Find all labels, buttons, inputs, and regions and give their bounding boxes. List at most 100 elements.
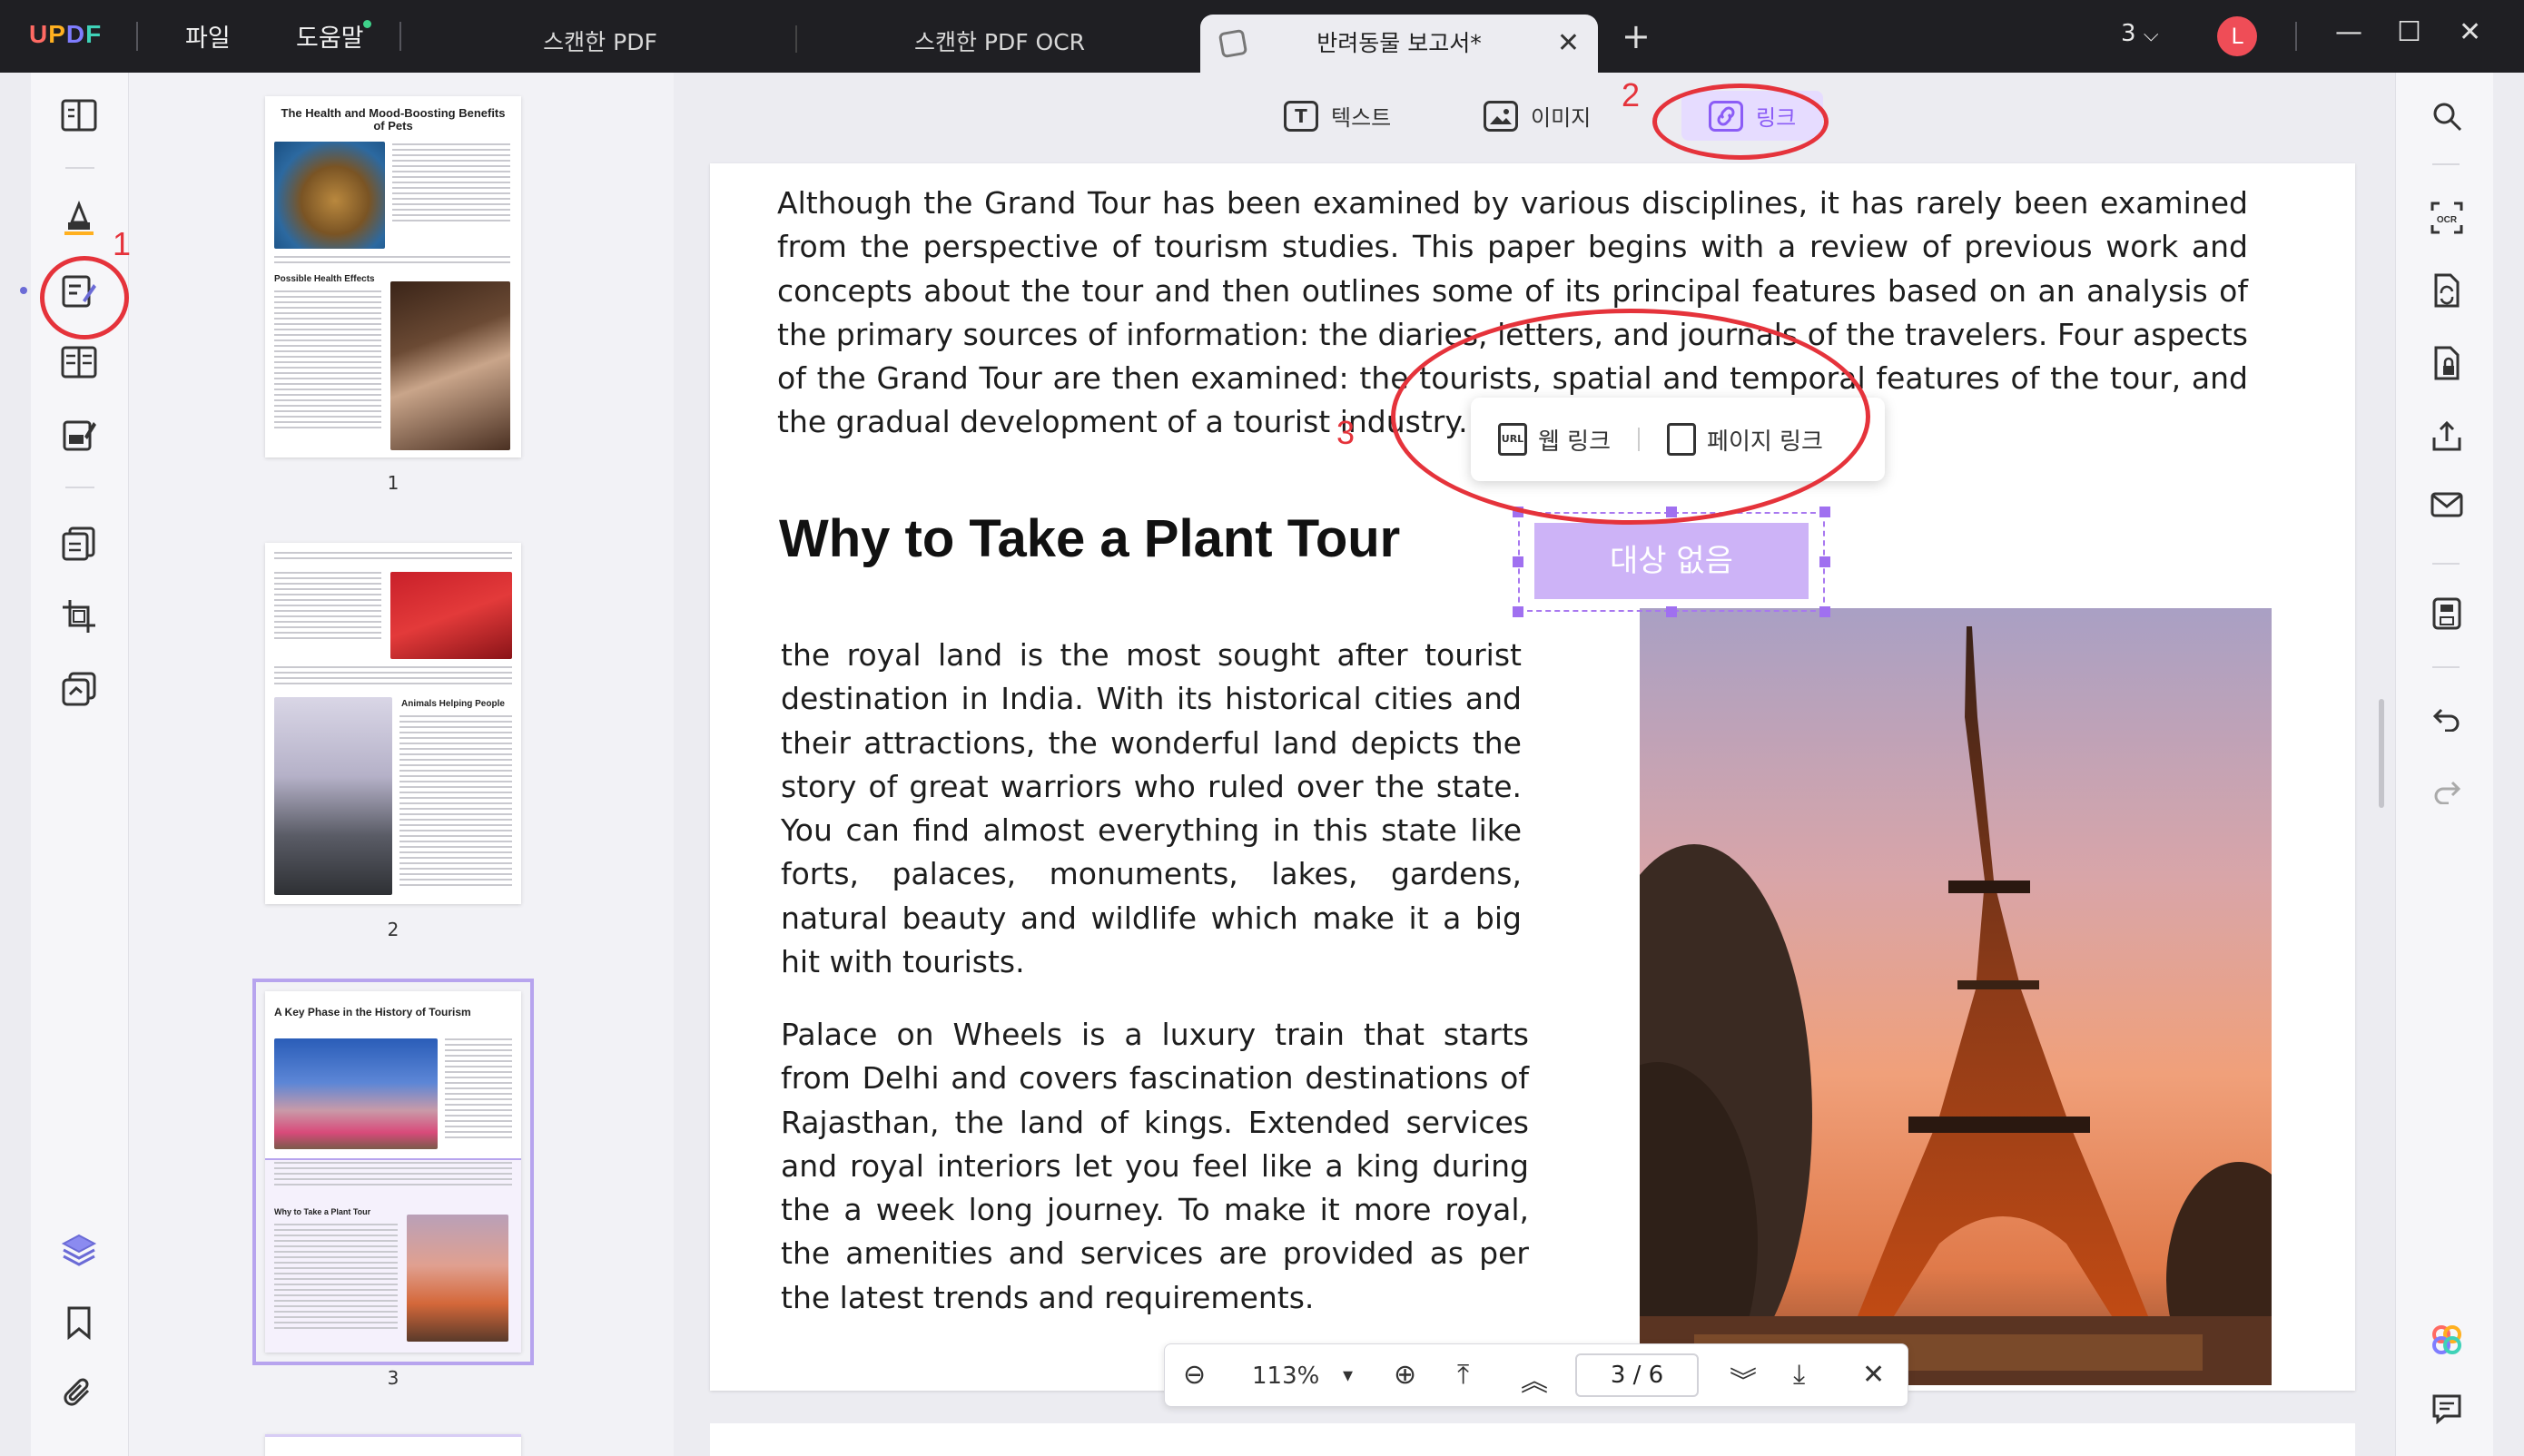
avatar[interactable]: L	[2217, 16, 2257, 56]
title-separator	[136, 22, 138, 51]
annotation-number-2: 2	[1622, 76, 1641, 113]
thumbnail-text	[274, 290, 381, 432]
ai-assistant-icon[interactable]	[2429, 1322, 2465, 1358]
add-image-button[interactable]: 이미지	[1484, 100, 1591, 132]
thumbnail-text	[274, 1224, 398, 1333]
thumbnail-text	[274, 552, 512, 563]
attachment-icon[interactable]	[58, 1372, 100, 1414]
text-icon: T	[1284, 100, 1318, 132]
resize-handle[interactable]	[1819, 556, 1830, 567]
window-count[interactable]: 3 ⌵	[2121, 20, 2159, 47]
document-area: T 텍스트 이미지 링크 Although the Grand Tour has…	[674, 73, 2395, 1456]
body-paragraph-2[interactable]: Palace on Wheels is a luxury train that …	[781, 1013, 1529, 1320]
logo-letter: U	[29, 20, 49, 48]
logo-letter: D	[65, 20, 86, 48]
comment-highlighter-icon[interactable]	[58, 198, 100, 240]
form-edit-icon[interactable]	[58, 414, 100, 456]
resize-handle[interactable]	[1819, 507, 1830, 517]
tab-scanned-pdf[interactable]: 스캔한 PDF	[432, 0, 768, 73]
body-paragraph-1[interactable]: the royal land is the most sought after …	[781, 634, 1522, 984]
resize-handle[interactable]	[1666, 606, 1677, 617]
protect-icon[interactable]	[2429, 345, 2465, 381]
add-tab-button[interactable]: +	[1622, 16, 1651, 56]
page-number-input[interactable]: 3 / 6	[1575, 1353, 1699, 1397]
resize-handle[interactable]	[1513, 556, 1523, 567]
image-icon	[1484, 100, 1518, 132]
organize-pages-icon[interactable]	[58, 523, 100, 565]
close-window-button[interactable]: ✕	[2459, 16, 2481, 48]
tab-pet-report[interactable]: 반려동물 보고서* ✕	[1200, 15, 1598, 73]
eiffel-thumbnail-photo	[407, 1215, 508, 1342]
cat-flowers-photo	[274, 697, 392, 895]
thumbnail-section-title: Animals Helping People	[401, 699, 505, 709]
first-page-icon[interactable]: ⤒	[1457, 1359, 1469, 1391]
zoom-level[interactable]: 113%	[1252, 1363, 1319, 1390]
zoom-out-icon[interactable]: ⊖	[1183, 1359, 1206, 1391]
crop-icon[interactable]	[58, 595, 100, 637]
page-thumbnail-1[interactable]: The Health and Mood-Boosting Benefits of…	[265, 96, 521, 457]
close-navbar-icon[interactable]: ✕	[1862, 1359, 1885, 1391]
thumbnail-text	[274, 256, 510, 267]
add-text-button[interactable]: T 텍스트	[1284, 100, 1391, 132]
save-icon[interactable]	[2429, 595, 2465, 632]
minimize-button[interactable]: —	[2335, 16, 2362, 48]
window-count-value: 3	[2121, 20, 2136, 47]
right-tool-rail: OCR	[2395, 73, 2493, 1456]
svg-text:OCR: OCR	[2437, 215, 2458, 225]
previous-page-icon[interactable]: ︽	[1521, 1359, 1548, 1399]
page-number-label: 2	[387, 919, 399, 940]
convert-icon[interactable]	[2429, 272, 2465, 309]
zoom-in-icon[interactable]: ⊕	[1394, 1359, 1416, 1391]
maximize-button[interactable]: ☐	[2397, 16, 2421, 48]
annotation-circle-2	[1652, 84, 1829, 160]
resize-handle[interactable]	[1513, 606, 1523, 617]
add-text-label: 텍스트	[1331, 105, 1392, 131]
tab-scanned-pdf-ocr[interactable]: 스캔한 PDF OCR	[832, 0, 1168, 73]
ocr-icon[interactable]: OCR	[2429, 200, 2465, 236]
thumbnail-title: A Key Phase in the History of Tourism	[274, 1006, 471, 1018]
reader-mode-icon[interactable]	[58, 94, 100, 136]
bookmark-icon[interactable]	[58, 1302, 100, 1343]
logo-letter: P	[48, 20, 66, 48]
zoom-dropdown-icon[interactable]: ▾	[1343, 1364, 1353, 1387]
resize-handle[interactable]	[1819, 606, 1830, 617]
thumbnail-title: The Health and Mood-Boosting Benefits of…	[281, 106, 506, 133]
annotation-circle-1	[40, 256, 129, 339]
page-thumbnail-3[interactable]: A Key Phase in the History of Tourism Wh…	[252, 979, 534, 1365]
comment-list-icon[interactable]	[2429, 1391, 2465, 1427]
chevron-down-icon: ⌵	[2143, 24, 2159, 46]
page-thumbnail-2[interactable]: Animals Helping People	[265, 543, 521, 904]
menu-file[interactable]: 파일	[185, 18, 231, 54]
edit-mode-icon	[1218, 28, 1248, 59]
logo-letter: F	[85, 20, 103, 48]
tab-label: 반려동물 보고서*	[1316, 30, 1482, 56]
rail-separator	[65, 167, 94, 169]
vertical-scrollbar[interactable]	[2379, 699, 2384, 808]
tab-label: 스캔한 PDF OCR	[913, 29, 1086, 55]
last-page-icon[interactable]: ⤓	[1793, 1359, 1805, 1391]
page-thumbnail-4[interactable]	[265, 1434, 521, 1456]
thumbnail-text	[445, 1038, 512, 1142]
page-navigation-bar: ⊖ 113% ▾ ⊕ ⤒ ︽ 3 / 6 ︾ ⤓ ✕	[1164, 1343, 1908, 1407]
tab-close-icon[interactable]: ✕	[1557, 15, 1580, 73]
thumbnail-text	[399, 715, 512, 890]
dog-photo	[390, 281, 510, 450]
email-icon[interactable]	[2429, 487, 2465, 523]
title-separator	[399, 22, 401, 51]
share-icon[interactable]	[2429, 418, 2465, 454]
layers-icon[interactable]	[58, 1229, 100, 1271]
add-image-label: 이미지	[1531, 105, 1592, 131]
updf-logo[interactable]: UPDF	[29, 20, 102, 49]
page-layout-icon[interactable]	[58, 341, 100, 383]
rail-separator	[2432, 563, 2460, 565]
section-heading[interactable]: Why to Take a Plant Tour	[779, 508, 1400, 569]
undo-icon[interactable]	[2429, 701, 2465, 737]
redo-icon[interactable]	[2429, 773, 2465, 810]
eiffel-tower-photo[interactable]	[1640, 608, 2272, 1385]
search-icon[interactable]	[2429, 98, 2465, 134]
window-frame-left	[0, 73, 31, 1456]
link-area[interactable]: 대상 없음	[1534, 523, 1809, 599]
protect-pdf-icon[interactable]	[58, 668, 100, 710]
next-page-icon[interactable]: ︾	[1730, 1359, 1757, 1399]
menu-help[interactable]: 도움말	[296, 18, 364, 54]
